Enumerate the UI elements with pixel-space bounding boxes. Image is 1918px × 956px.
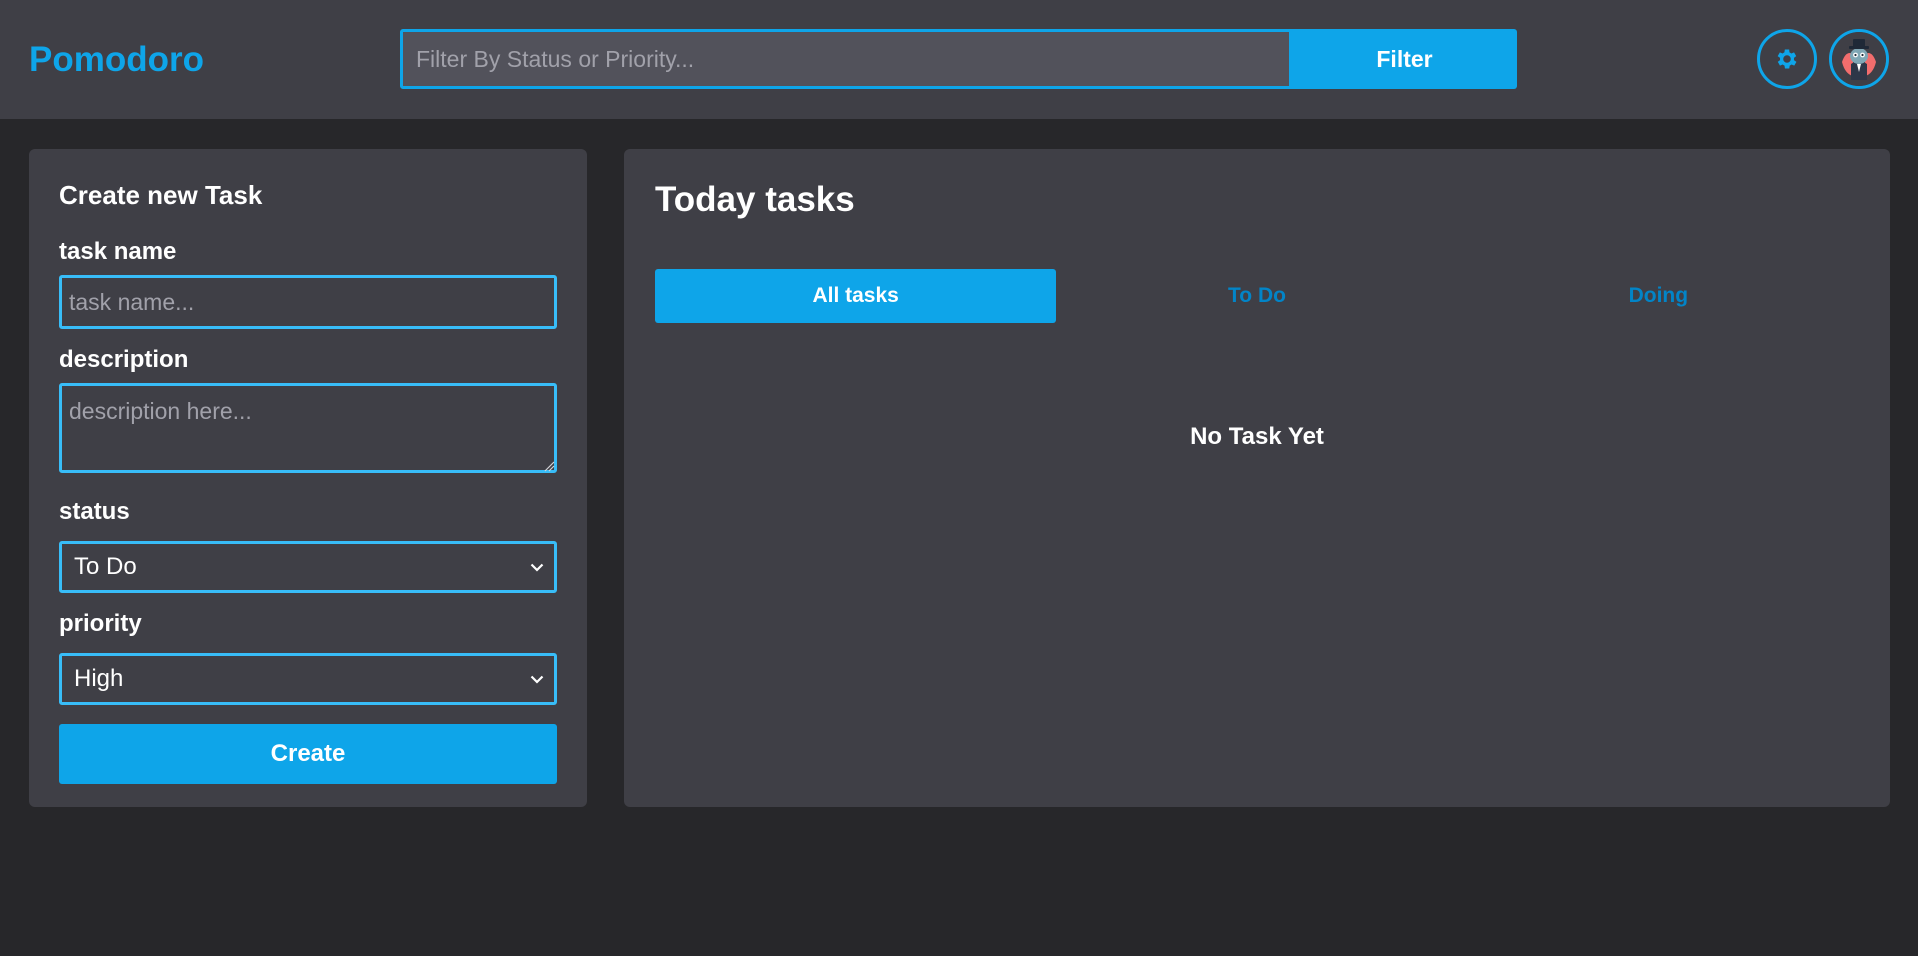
filter-button[interactable]: Filter bbox=[1292, 29, 1517, 89]
avatar-button[interactable] bbox=[1829, 29, 1889, 89]
top-header: Pomodoro Filter bbox=[0, 0, 1918, 119]
task-name-label: task name bbox=[59, 238, 177, 265]
resize-grip-icon[interactable] bbox=[543, 459, 555, 472]
status-select[interactable]: To Do bbox=[59, 541, 557, 593]
app-logo[interactable]: Pomodoro bbox=[29, 38, 204, 82]
create-button[interactable]: Create bbox=[59, 724, 557, 784]
status-selected-value: To Do bbox=[74, 553, 137, 580]
priority-select[interactable]: High bbox=[59, 653, 557, 705]
create-task-title: Create new Task bbox=[59, 180, 263, 210]
empty-tasks-message: No Task Yet bbox=[1190, 423, 1324, 450]
filter-search-input[interactable] bbox=[400, 29, 1292, 89]
priority-selected-value: High bbox=[74, 665, 124, 692]
tab-all-tasks[interactable]: All tasks bbox=[655, 269, 1057, 323]
gear-icon bbox=[1774, 46, 1800, 72]
description-wrapper bbox=[59, 383, 557, 473]
filter-bar: Filter bbox=[400, 29, 1517, 89]
create-task-card: Create new Task task name description st… bbox=[29, 149, 587, 807]
settings-button[interactable] bbox=[1757, 29, 1817, 89]
chevron-down-icon bbox=[528, 656, 546, 702]
priority-label: priority bbox=[59, 610, 142, 637]
status-label: status bbox=[59, 498, 130, 525]
task-name-input[interactable] bbox=[59, 275, 557, 329]
today-tasks-title: Today tasks bbox=[655, 180, 855, 219]
tab-to-do[interactable]: To Do bbox=[1056, 269, 1457, 323]
description-label: description bbox=[59, 346, 189, 373]
description-textarea[interactable] bbox=[59, 383, 557, 473]
avatar-icon bbox=[1832, 32, 1886, 86]
chevron-down-icon bbox=[528, 544, 546, 590]
today-tasks-card: Today tasks All tasks To Do Doing No Tas… bbox=[624, 149, 1890, 807]
tab-doing[interactable]: Doing bbox=[1458, 269, 1859, 323]
task-tabs: All tasks To Do Doing bbox=[655, 269, 1859, 323]
